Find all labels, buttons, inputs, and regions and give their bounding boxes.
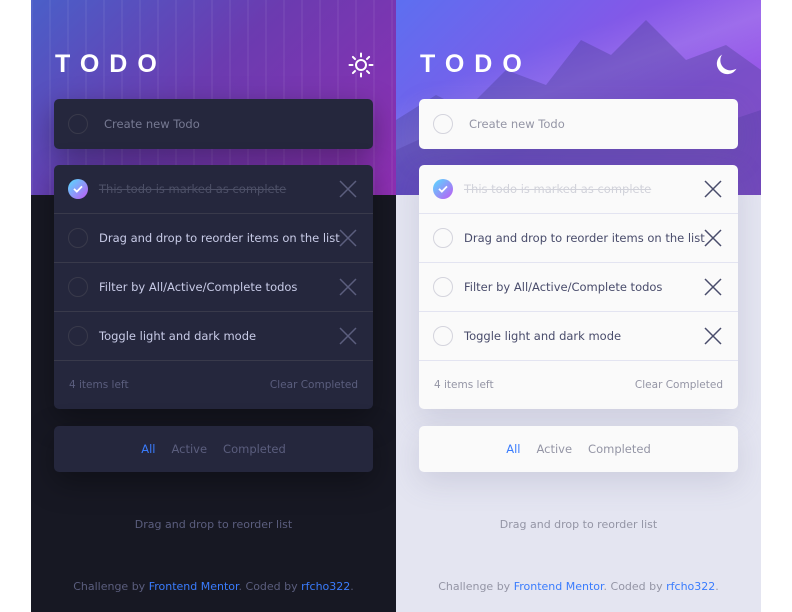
todo-checkbox[interactable]	[68, 228, 88, 248]
moon-icon[interactable]	[713, 52, 739, 78]
items-left-count: 4 items left	[69, 378, 129, 391]
create-todo-input[interactable]: Create new Todo	[419, 99, 738, 149]
todo-list: This todo is marked as complete Drag and…	[419, 165, 738, 409]
todo-checkbox-checked[interactable]	[433, 179, 453, 199]
close-icon[interactable]	[704, 180, 722, 198]
clear-completed-button[interactable]: Clear Completed	[270, 379, 358, 391]
todo-text: Filter by All/Active/Complete todos	[99, 280, 298, 294]
attribution: Challenge by Frontend Mentor. Coded by r…	[438, 580, 719, 593]
close-icon[interactable]	[339, 229, 357, 247]
close-icon[interactable]	[339, 278, 357, 296]
todo-item[interactable]: Filter by All/Active/Complete todos	[419, 263, 738, 312]
filter-active-button[interactable]: Active	[171, 442, 207, 456]
frontend-mentor-link[interactable]: Frontend Mentor	[149, 580, 239, 593]
todo-text: This todo is marked as complete	[464, 182, 652, 196]
todo-checkbox-checked[interactable]	[68, 179, 88, 199]
todo-text: This todo is marked as complete	[99, 182, 287, 196]
close-icon[interactable]	[704, 278, 722, 296]
filter-all-button[interactable]: All	[141, 442, 155, 456]
todo-checkbox[interactable]	[433, 277, 453, 297]
todo-list-footer: 4 items left Clear Completed	[54, 361, 373, 408]
filter-completed-button[interactable]: Completed	[588, 442, 651, 456]
todo-checkbox[interactable]	[68, 277, 88, 297]
todo-text: Filter by All/Active/Complete todos	[464, 280, 663, 294]
close-icon[interactable]	[339, 180, 357, 198]
todo-checkbox[interactable]	[68, 326, 88, 346]
todo-text: Toggle light and dark mode	[464, 329, 622, 343]
create-todo-checkbox[interactable]	[68, 114, 88, 134]
create-todo-placeholder: Create new Todo	[104, 117, 200, 131]
todo-item[interactable]: Toggle light and dark mode	[419, 312, 738, 361]
filter-bar: All Active Completed	[54, 426, 373, 472]
check-icon	[73, 185, 83, 193]
create-todo-input[interactable]: Create new Todo	[54, 99, 373, 149]
items-left-count: 4 items left	[434, 378, 494, 391]
frontend-mentor-link[interactable]: Frontend Mentor	[514, 580, 604, 593]
check-icon	[438, 185, 448, 193]
todo-item[interactable]: Toggle light and dark mode	[54, 312, 373, 361]
close-icon[interactable]	[704, 327, 722, 345]
close-icon[interactable]	[339, 327, 357, 345]
filter-all-button[interactable]: All	[506, 442, 520, 456]
create-todo-checkbox[interactable]	[433, 114, 453, 134]
todo-checkbox[interactable]	[433, 326, 453, 346]
app-title: TODO	[55, 50, 167, 78]
sun-icon[interactable]	[348, 52, 374, 78]
todo-checkbox[interactable]	[433, 228, 453, 248]
close-icon[interactable]	[704, 229, 722, 247]
filter-bar: All Active Completed	[419, 426, 738, 472]
light-theme-preview: TODO Create new Todo This todo is marked…	[396, 0, 761, 612]
todo-item[interactable]: This todo is marked as complete	[419, 165, 738, 214]
dark-theme-preview: TODO Create new Todo This todo is marked…	[31, 0, 396, 612]
todo-item[interactable]: Filter by All/Active/Complete todos	[54, 263, 373, 312]
clear-completed-button[interactable]: Clear Completed	[635, 379, 723, 391]
todo-text: Drag and drop to reorder items on the li…	[99, 231, 340, 245]
todo-item[interactable]: Drag and drop to reorder items on the li…	[54, 214, 373, 263]
todo-text: Drag and drop to reorder items on the li…	[464, 231, 705, 245]
create-todo-placeholder: Create new Todo	[469, 117, 565, 131]
todo-list: This todo is marked as complete Drag and…	[54, 165, 373, 409]
app-title: TODO	[420, 50, 532, 78]
todo-item[interactable]: Drag and drop to reorder items on the li…	[419, 214, 738, 263]
filter-completed-button[interactable]: Completed	[223, 442, 286, 456]
attribution: Challenge by Frontend Mentor. Coded by r…	[73, 580, 354, 593]
drag-hint: Drag and drop to reorder list	[499, 518, 658, 531]
todo-text: Toggle light and dark mode	[99, 329, 257, 343]
author-link[interactable]: rfcho322	[666, 580, 715, 593]
drag-hint: Drag and drop to reorder list	[134, 518, 293, 531]
filter-active-button[interactable]: Active	[536, 442, 572, 456]
author-link[interactable]: rfcho322	[301, 580, 350, 593]
todo-item[interactable]: This todo is marked as complete	[54, 165, 373, 214]
todo-list-footer: 4 items left Clear Completed	[419, 361, 738, 408]
